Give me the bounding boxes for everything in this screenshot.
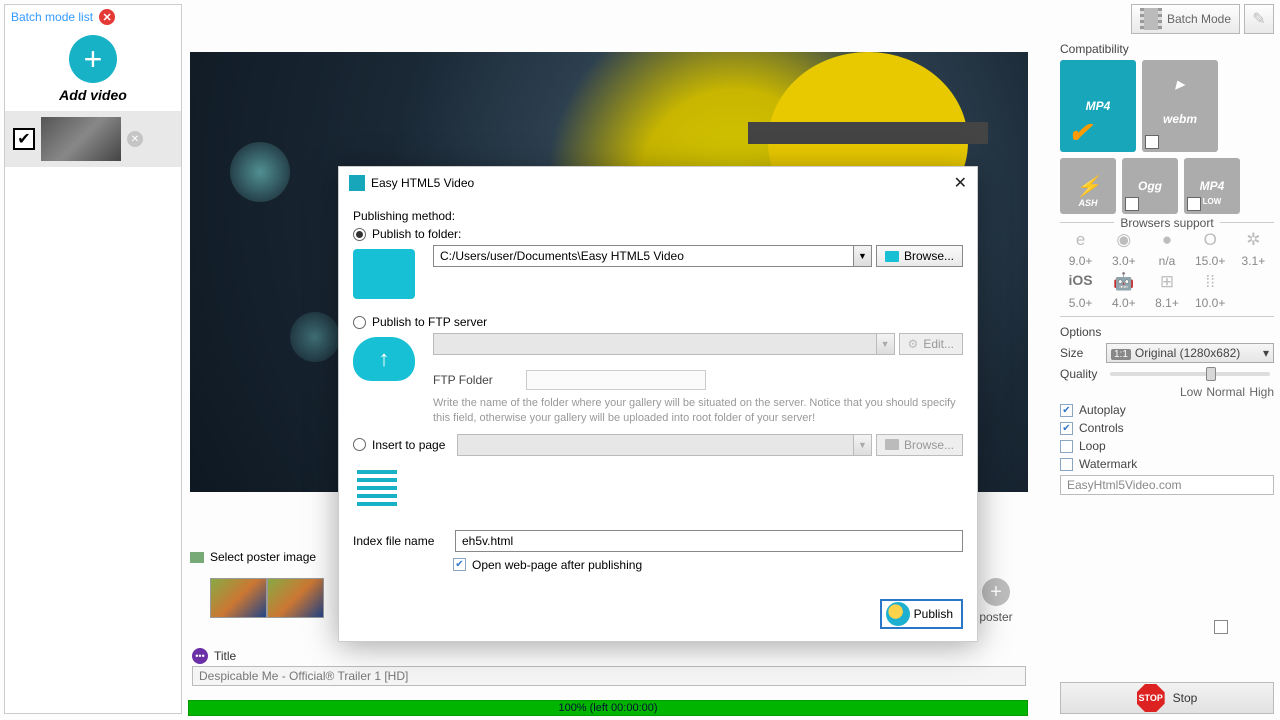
publish-dialog: Easy HTML5 Video ✕ Publishing method: Pu… <box>338 166 978 642</box>
controls-checkbox[interactable]: ✔ <box>1060 422 1073 435</box>
ie-icon: e <box>1060 230 1101 250</box>
globe-icon <box>886 602 910 626</box>
plus-icon: + <box>69 35 117 83</box>
poster-thumb[interactable] <box>210 578 267 618</box>
chevron-down-icon: ▾ <box>1263 346 1269 360</box>
add-video-button[interactable]: + Add video <box>5 29 181 111</box>
firefox-icon: ● <box>1146 230 1187 250</box>
title-label: Title <box>214 649 236 663</box>
ftp-help-text: Write the name of the folder where your … <box>433 396 963 426</box>
size-select[interactable]: 1:1Original (1280x682) ▾ <box>1106 343 1274 363</box>
browsers-support-label: Browsers support <box>1114 216 1219 230</box>
folder-icon <box>885 439 899 450</box>
chevron-down-icon: ▼ <box>854 434 872 456</box>
progress-bar: 100% (left 00:00:00) <box>188 700 1028 716</box>
index-file-label: Index file name <box>353 534 445 548</box>
bb-icon: ⁞⁞ <box>1190 272 1231 292</box>
dialog-title: Easy HTML5 Video <box>371 176 474 190</box>
batch-item[interactable]: ✔ ✕ <box>5 111 181 167</box>
insert-page-select <box>457 434 854 456</box>
quality-slider[interactable] <box>1110 372 1270 376</box>
autoplay-checkbox[interactable]: ✔ <box>1060 404 1073 417</box>
format-flash[interactable]: ⚡ASH <box>1060 158 1116 214</box>
browse-folder-button[interactable]: Browse... <box>876 245 963 267</box>
folder-icon <box>885 251 899 262</box>
poster-thumb[interactable] <box>267 578 324 618</box>
batch-item-remove-icon[interactable]: ✕ <box>127 131 143 147</box>
format-checkbox[interactable] <box>1187 197 1201 211</box>
format-ogg[interactable]: Ogg <box>1122 158 1178 214</box>
poster-checkbox[interactable] <box>1214 620 1228 634</box>
insert-page-radio[interactable] <box>353 438 366 451</box>
compatibility-label: Compatibility <box>1060 42 1274 56</box>
publish-folder-radio[interactable] <box>353 228 366 241</box>
format-checkbox[interactable] <box>1125 197 1139 211</box>
add-video-label: Add video <box>59 87 127 103</box>
format-mp4[interactable]: MP4 ✔ <box>1060 60 1136 152</box>
publishing-method-label: Publishing method: <box>353 209 963 223</box>
batch-item-thumbnail <box>41 117 121 161</box>
wand-button[interactable]: ✎ <box>1244 4 1274 34</box>
ios-icon: iOS <box>1060 272 1101 292</box>
chevron-down-icon: ▼ <box>877 333 895 355</box>
close-icon[interactable]: ✕ <box>954 173 967 193</box>
gear-icon: ⚙ <box>908 337 919 351</box>
opera-icon: O <box>1190 230 1231 250</box>
open-after-checkbox[interactable]: ✔ <box>453 558 466 571</box>
publish-ftp-label: Publish to FTP server <box>372 315 487 329</box>
batch-title: Batch mode list <box>11 10 93 24</box>
android-icon: 🤖 <box>1103 272 1144 292</box>
watermark-input[interactable] <box>1060 475 1274 495</box>
edit-ftp-button: ⚙ Edit... <box>899 333 963 355</box>
ftp-folder-label: FTP Folder <box>433 373 523 387</box>
publish-ftp-radio[interactable] <box>353 316 366 329</box>
format-checkbox[interactable] <box>1145 135 1159 149</box>
film-icon <box>1140 8 1162 30</box>
batch-panel: Batch mode list ✕ + Add video ✔ ✕ <box>4 4 182 714</box>
page-icon <box>357 468 397 508</box>
title-input[interactable] <box>192 666 1026 686</box>
batch-item-checkbox[interactable]: ✔ <box>13 128 35 150</box>
plus-icon: + <box>982 578 1010 606</box>
wand-icon: ✎ <box>1252 9 1265 29</box>
chevron-down-icon[interactable]: ▼ <box>854 245 872 267</box>
publish-folder-label: Publish to folder: <box>372 227 461 241</box>
publish-button[interactable]: Publish <box>880 599 963 629</box>
format-mp4low[interactable]: MP4 LOW <box>1184 158 1240 214</box>
ftp-server-select <box>433 333 877 355</box>
app-icon <box>349 175 365 191</box>
ftp-folder-input <box>526 370 706 390</box>
index-file-input[interactable] <box>455 530 963 552</box>
title-icon: ••• <box>192 648 208 664</box>
loop-checkbox[interactable] <box>1060 440 1073 453</box>
title-row: ••• Title <box>192 648 1026 686</box>
folder-icon <box>353 249 415 299</box>
image-icon <box>190 552 204 563</box>
folder-path-input[interactable] <box>433 245 854 267</box>
open-after-label: Open web-page after publishing <box>472 558 642 572</box>
stop-button[interactable]: STOP Stop <box>1060 682 1274 714</box>
stop-icon: STOP <box>1137 684 1165 712</box>
windows-icon: ⊞ <box>1146 272 1187 292</box>
insert-page-label: Insert to page <box>372 438 445 452</box>
safari-icon: ✲ <box>1233 230 1274 250</box>
close-batch-icon[interactable]: ✕ <box>99 9 115 25</box>
upload-icon: ↑ <box>353 337 415 381</box>
chrome-icon: ◉ <box>1103 230 1144 250</box>
size-label: Size <box>1060 346 1100 360</box>
browse-page-button: Browse... <box>876 434 963 456</box>
quality-label: Quality <box>1060 367 1100 381</box>
select-poster-label: Select poster image <box>210 550 316 564</box>
options-label: Options <box>1060 325 1274 339</box>
check-icon: ✔ <box>1068 116 1096 144</box>
right-panel: Batch Mode ✎ Compatibility MP4 ✔ ▶ webm … <box>1060 4 1274 495</box>
watermark-checkbox[interactable] <box>1060 458 1073 471</box>
format-webm[interactable]: ▶ webm <box>1142 60 1218 152</box>
batch-mode-button[interactable]: Batch Mode <box>1131 4 1240 34</box>
